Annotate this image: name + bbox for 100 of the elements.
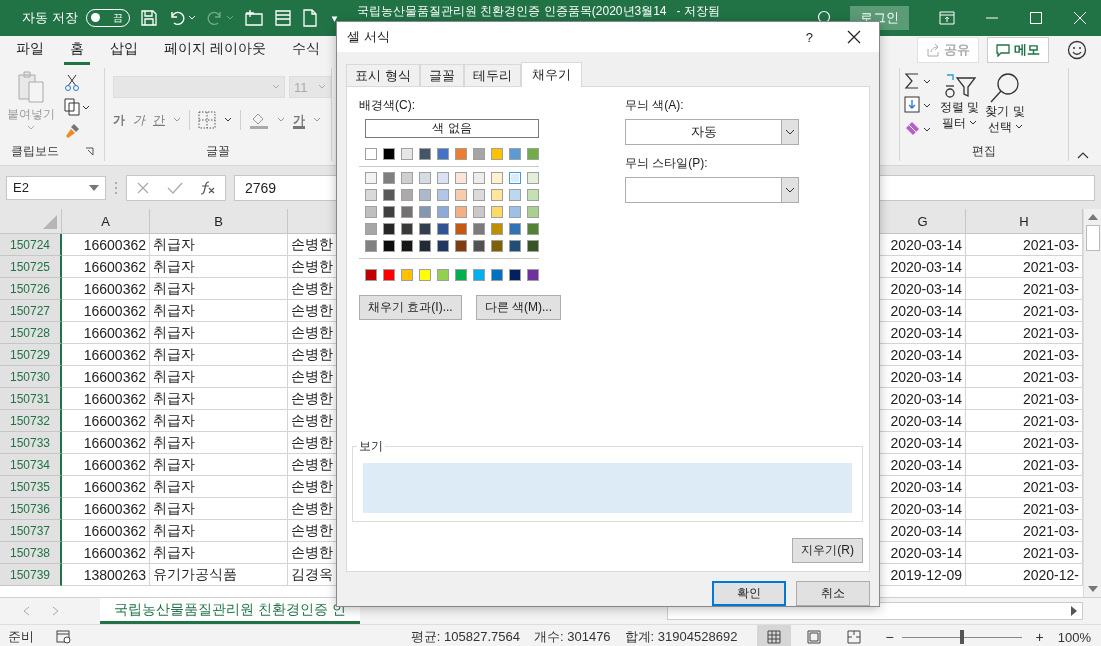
- color-swatch[interactable]: [491, 148, 503, 160]
- color-swatch[interactable]: [473, 148, 485, 160]
- ribbon-tab[interactable]: 삽입: [104, 35, 144, 65]
- scroll-down-icon[interactable]: [1087, 585, 1098, 593]
- color-swatch[interactable]: [437, 172, 449, 184]
- borders-icon[interactable]: [198, 111, 216, 129]
- dialog-launcher-icon[interactable]: [84, 147, 94, 156]
- color-swatch[interactable]: [455, 172, 467, 184]
- color-swatch[interactable]: [455, 189, 467, 201]
- row-header[interactable]: 150726: [0, 278, 62, 300]
- color-swatch[interactable]: [509, 206, 521, 218]
- underline-button[interactable]: 간: [153, 111, 165, 129]
- collapse-ribbon-icon[interactable]: [1077, 151, 1089, 159]
- comment-icon[interactable]: [996, 43, 1010, 57]
- color-swatch[interactable]: [401, 189, 413, 201]
- color-swatch[interactable]: [437, 206, 449, 218]
- normal-view-button[interactable]: [757, 625, 792, 646]
- color-swatch[interactable]: [419, 240, 431, 252]
- caret-icon[interactable]: [224, 117, 232, 123]
- splitter-icon[interactable]: [114, 180, 118, 195]
- color-swatch[interactable]: [419, 206, 431, 218]
- color-swatch[interactable]: [527, 148, 539, 160]
- clear-button[interactable]: 지우기(R): [792, 538, 863, 563]
- color-swatch[interactable]: [473, 172, 485, 184]
- fill-color-icon[interactable]: [249, 111, 269, 129]
- color-swatch[interactable]: [473, 269, 485, 281]
- row-header[interactable]: 150738: [0, 542, 62, 564]
- cut-icon[interactable]: [64, 74, 80, 92]
- color-swatch[interactable]: [473, 240, 485, 252]
- previous-sheet-icon[interactable]: [22, 606, 30, 616]
- color-swatch[interactable]: [527, 189, 539, 201]
- ribbon-tab[interactable]: 페이지 레이아웃: [158, 35, 272, 65]
- color-swatch[interactable]: [365, 172, 377, 184]
- sort-filter-icon[interactable]: [942, 72, 977, 100]
- color-swatch[interactable]: [419, 189, 431, 201]
- color-swatch[interactable]: [383, 223, 395, 235]
- color-swatch[interactable]: [491, 223, 503, 235]
- fill-effects-button[interactable]: 채우기 효과(I)...: [359, 295, 462, 320]
- customize-toolbar-button[interactable]: ▾: [331, 11, 338, 25]
- format-painter-icon[interactable]: [64, 122, 82, 140]
- color-swatch[interactable]: [509, 148, 521, 160]
- column-header[interactable]: A: [62, 209, 150, 233]
- row-header[interactable]: 150732: [0, 410, 62, 432]
- color-swatch[interactable]: [437, 240, 449, 252]
- dialog-tab[interactable]: 글꼴: [419, 64, 464, 86]
- row-header[interactable]: 150739: [0, 564, 62, 586]
- row-header[interactable]: 150737: [0, 520, 62, 542]
- scroll-right-icon[interactable]: [1070, 606, 1078, 616]
- zoom-in-button[interactable]: +: [1035, 629, 1044, 645]
- pattern-style-dropdown[interactable]: [625, 177, 799, 203]
- cancel-icon[interactable]: [135, 180, 150, 195]
- search-icon[interactable]: [988, 72, 1022, 104]
- color-swatch[interactable]: [383, 189, 395, 201]
- color-swatch[interactable]: [455, 269, 467, 281]
- row-header[interactable]: 150728: [0, 322, 62, 344]
- name-box[interactable]: E2: [6, 175, 106, 200]
- zoom-out-button[interactable]: −: [885, 629, 894, 645]
- next-sheet-icon[interactable]: [52, 606, 60, 616]
- row-header[interactable]: 150736: [0, 498, 62, 520]
- bold-button[interactable]: 가: [113, 111, 125, 129]
- color-swatch[interactable]: [401, 223, 413, 235]
- help-button[interactable]: ?: [805, 29, 813, 45]
- close-icon[interactable]: [847, 30, 861, 44]
- ribbon-tab[interactable]: 파일: [10, 35, 50, 65]
- row-header[interactable]: 150727: [0, 300, 62, 322]
- zoom-level[interactable]: 100%: [1057, 629, 1091, 645]
- color-swatch[interactable]: [383, 206, 395, 218]
- color-swatch[interactable]: [365, 240, 377, 252]
- row-header[interactable]: 150725: [0, 256, 62, 278]
- color-swatch[interactable]: [365, 223, 377, 235]
- color-swatch[interactable]: [401, 206, 413, 218]
- form-icon[interactable]: [273, 9, 292, 27]
- scroll-thumb[interactable]: [1085, 225, 1100, 251]
- vertical-scrollbar[interactable]: [1083, 209, 1101, 597]
- color-swatch[interactable]: [401, 269, 413, 281]
- caret-icon[interactable]: [1014, 124, 1023, 131]
- color-swatch[interactable]: [473, 206, 485, 218]
- zoom-slider[interactable]: [901, 630, 1022, 644]
- color-swatch[interactable]: [383, 172, 395, 184]
- color-swatch[interactable]: [527, 269, 539, 281]
- find-select-button[interactable]: 찾기 및 선택: [985, 72, 1025, 141]
- document-icon[interactable]: [301, 9, 318, 27]
- color-swatch[interactable]: [509, 269, 521, 281]
- row-header[interactable]: 150734: [0, 454, 62, 476]
- ribbon-tab[interactable]: 홈: [64, 35, 90, 65]
- row-header[interactable]: 150729: [0, 344, 62, 366]
- color-swatch[interactable]: [491, 269, 503, 281]
- color-swatch[interactable]: [365, 189, 377, 201]
- save-icon[interactable]: [139, 9, 158, 27]
- column-header[interactable]: B: [150, 209, 288, 233]
- color-swatch[interactable]: [491, 206, 503, 218]
- checkmark-icon[interactable]: [167, 180, 183, 195]
- color-swatch[interactable]: [383, 240, 395, 252]
- color-swatch[interactable]: [419, 148, 431, 160]
- color-swatch[interactable]: [419, 269, 431, 281]
- italic-button[interactable]: 가: [133, 111, 145, 129]
- copy-icon[interactable]: [64, 98, 90, 116]
- ribbon-tab[interactable]: 수식: [285, 35, 326, 65]
- ribbon-display-icon[interactable]: [939, 11, 955, 25]
- memo-button[interactable]: 메모: [987, 37, 1049, 63]
